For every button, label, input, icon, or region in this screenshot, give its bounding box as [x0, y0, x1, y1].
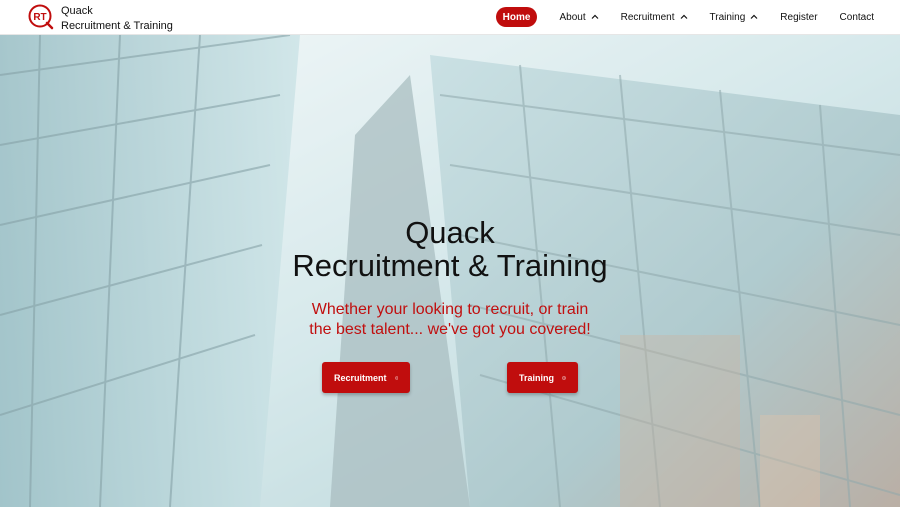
nav-item-training[interactable]: Training: [710, 7, 759, 27]
chevron-up-icon: [680, 14, 687, 19]
brand-name-line1: Quack: [61, 5, 93, 17]
hero-title-line1: Quack: [405, 215, 495, 250]
site-header: RT Quack Recruitment & Training Home Abo…: [0, 0, 900, 35]
chevron-up-icon: [591, 14, 599, 19]
nav-item-recruitment[interactable]: Recruitment: [621, 7, 688, 27]
brand-name[interactable]: Quack Recruitment & Training: [61, 4, 173, 34]
nav-item-about[interactable]: About: [559, 7, 599, 27]
rt-logo-icon[interactable]: RT: [28, 4, 54, 30]
main-nav: Home About Recruitment Training Register…: [495, 7, 874, 27]
hero-section: Quack Recruitment & Training Whether you…: [0, 35, 900, 507]
hero-subtitle-line2: the best talent... we've got you covered…: [309, 321, 591, 338]
hero-subtitle: Whether your looking to recruit, or trai…: [0, 300, 900, 340]
hero-subtitle-line1: Whether your looking to recruit, or trai…: [311, 301, 589, 318]
nav-item-register[interactable]: Register: [780, 7, 817, 27]
training-button[interactable]: Training: [507, 362, 578, 393]
brand-name-line2: Recruitment & Training: [61, 20, 173, 32]
hero-title-line2: Recruitment & Training: [292, 248, 608, 283]
hero-title: Quack Recruitment & Training: [0, 216, 900, 282]
arrow-circle-right-icon: [394, 375, 398, 380]
arrow-circle-right-icon: [562, 375, 566, 380]
nav-item-contact[interactable]: Contact: [840, 7, 874, 27]
recruitment-button[interactable]: Recruitment: [322, 362, 410, 393]
svg-text:RT: RT: [33, 12, 46, 23]
chevron-up-icon: [750, 14, 758, 19]
nav-item-home[interactable]: Home: [495, 7, 538, 27]
